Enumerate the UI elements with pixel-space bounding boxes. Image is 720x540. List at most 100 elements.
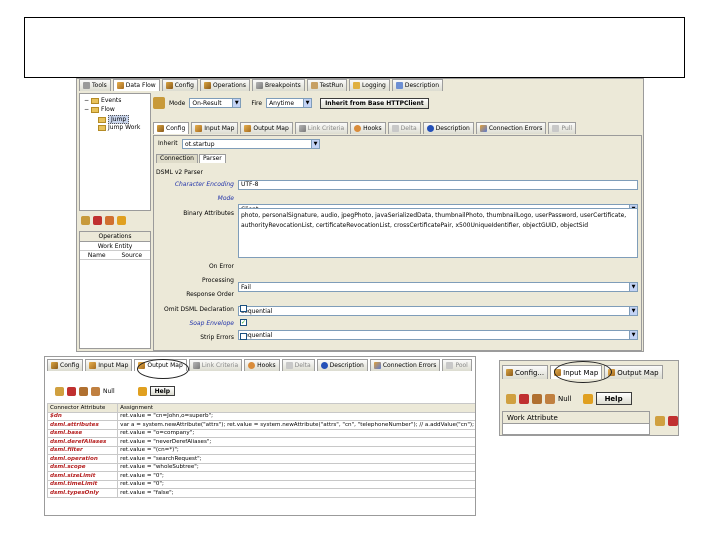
fire-select[interactable]: Anytime ▼ [266, 98, 313, 108]
operations-columns: Name Source [80, 251, 150, 260]
refresh-icon[interactable] [506, 393, 516, 404]
input-map-icon [195, 125, 203, 132]
table-row[interactable]: dsml.base ret.value = "o=company"; [46, 428, 475, 438]
response-order-select[interactable]: sequential ▼ [238, 330, 638, 340]
zoom-toolbar: Null Help [506, 392, 632, 405]
tab-input-map[interactable]: Input Map [191, 122, 239, 134]
delete-icon[interactable] [93, 216, 102, 225]
tree-item-jump[interactable]: Jump [98, 115, 130, 124]
tab-data-flow[interactable]: Data Flow [112, 79, 160, 91]
tree-item-jump-work[interactable]: Jump Work [98, 124, 140, 131]
config-icon [51, 362, 58, 369]
data-flow-icon [116, 82, 124, 89]
table-row[interactable]: dsml.scope ret.value = "wholeSubtree"; [46, 462, 475, 472]
flow-tree: − Events − Flow Jump Jump Work [79, 93, 151, 211]
tab-config[interactable]: Config... [502, 365, 549, 379]
tab-hooks[interactable]: Hooks [244, 359, 280, 371]
tab-delta[interactable]: Delta [387, 122, 421, 134]
tab-connection-errors[interactable]: Connection Errors [369, 359, 441, 371]
tab-config[interactable]: Config [47, 359, 84, 371]
view-icon[interactable] [532, 393, 542, 404]
refresh-icon[interactable] [655, 416, 665, 426]
tab-logging[interactable]: Logging [349, 79, 390, 91]
breakpoints-icon [255, 82, 263, 89]
tree-item-events[interactable]: − Events [84, 97, 121, 104]
tree-item-flow[interactable]: − Flow [84, 106, 115, 113]
config-icon [165, 82, 173, 89]
folder-icon [98, 124, 106, 131]
soap-envelope-checkbox[interactable]: ✓ [240, 319, 247, 326]
tab-output-map[interactable]: Output Map [240, 122, 293, 134]
tab-config[interactable]: Config [153, 122, 190, 134]
tab-output-map[interactable]: Output Map [604, 365, 663, 379]
delete-icon[interactable] [668, 416, 678, 426]
on-error-select[interactable]: Fail ▼ [238, 282, 638, 292]
user-icon[interactable] [582, 393, 593, 404]
tab-breakpoints[interactable]: Breakpoints [251, 79, 305, 91]
user-icon[interactable] [117, 216, 126, 225]
config-panel: Inherit ot.startup ▼ Connection Parser DS… [153, 135, 642, 351]
user-icon[interactable] [137, 386, 147, 396]
tab-input-map[interactable]: Input Map [85, 359, 133, 371]
chevron-down-icon: ▼ [629, 331, 637, 339]
table-row[interactable]: dsml.typesOnly ret.value = "false"; [46, 488, 475, 498]
tab-connection[interactable]: Connection [156, 154, 198, 163]
slide-title-box [24, 17, 685, 78]
table-row[interactable]: dsml.derefAliases ret.value = "neverDeref… [46, 437, 475, 447]
strip-errors-checkbox[interactable] [240, 333, 247, 340]
chevron-down-icon: ▼ [311, 140, 319, 148]
chevron-down-icon: ▼ [629, 307, 637, 315]
tab-delta[interactable]: Delta [281, 359, 315, 371]
omit-dsml-checkbox[interactable] [240, 305, 247, 312]
processing-label: Processing [201, 277, 234, 284]
tab-operations[interactable]: Operations [199, 79, 250, 91]
input-map-panel: Config Input Map Output Map Link Criteri… [44, 356, 476, 516]
help-button[interactable]: Help [149, 386, 176, 396]
tab-link-criteria[interactable]: Link Criteria [294, 122, 349, 134]
tab-tools[interactable]: Tools [79, 79, 111, 91]
binary-attrs-textarea[interactable]: photo, personalSignature, audio, jpegPho… [238, 208, 638, 258]
description-icon [395, 82, 403, 89]
delete-icon[interactable] [67, 386, 76, 396]
tab-hooks[interactable]: Hooks [350, 122, 386, 134]
tab-config[interactable]: Config [161, 79, 198, 91]
hooks-icon [248, 362, 256, 369]
table-row[interactable]: dsml.filter ret.value = "(cn=*)"; [46, 445, 475, 455]
view-icon[interactable] [79, 386, 88, 396]
folder-icon [91, 106, 100, 113]
delete-icon[interactable] [519, 393, 529, 404]
null-label[interactable]: Null [558, 395, 572, 403]
run-icon[interactable] [105, 216, 114, 225]
processing-select[interactable]: sequential ▼ [238, 306, 638, 316]
input-map-tabs: Config Input Map Output Map Link Criteri… [47, 359, 472, 371]
tab-link-criteria[interactable]: Link Criteria [188, 359, 243, 371]
tab-description[interactable]: Description [422, 122, 474, 134]
edit-icon[interactable] [545, 393, 555, 404]
tab-description[interactable]: Description [391, 79, 444, 91]
table-row[interactable]: $dn ret.value = "cn=John,o=superb"; [46, 411, 475, 421]
inherit-button[interactable]: Inherit from Base HTTPClient [320, 97, 429, 109]
mode-select[interactable]: On-Result ▼ [189, 98, 242, 108]
add-icon[interactable] [81, 216, 90, 225]
connector-icon [153, 97, 165, 109]
operations-panel: Operations Work Entity Name Source [79, 231, 151, 349]
char-encoding-input[interactable]: UTF-8 [238, 180, 638, 190]
table-row[interactable]: dsml.timeLimit ret.value = "0"; [46, 479, 475, 489]
tab-connection-errors[interactable]: Connection Errors [475, 122, 547, 134]
connector-details: Mode On-Result ▼ Fire Anytime ▼ Inherit fr… [153, 93, 642, 351]
table-row[interactable]: dsml.operation ret.value = "searchRequest… [46, 454, 475, 464]
help-button[interactable]: Help [595, 392, 632, 405]
tab-pull[interactable]: Pull [548, 122, 577, 134]
null-label[interactable]: Null [103, 388, 115, 395]
table-row[interactable]: dsml.attributes var a = system.newAttribu… [46, 420, 475, 430]
inherit-select[interactable]: ot.startup ▼ [182, 139, 320, 149]
refresh-icon[interactable] [55, 386, 64, 396]
edit-icon[interactable] [91, 386, 100, 396]
main-tabbar: Tools Data Flow Config Operations Breakp… [77, 79, 444, 92]
tab-description[interactable]: Description [316, 359, 368, 371]
table-row[interactable]: dsml.sizeLimit ret.value = "0"; [46, 471, 475, 481]
tab-parser[interactable]: Parser [198, 154, 226, 163]
config-icon [157, 125, 164, 132]
tab-testrun[interactable]: TestRun [306, 79, 348, 91]
tab-pool[interactable]: Pool [442, 359, 472, 371]
